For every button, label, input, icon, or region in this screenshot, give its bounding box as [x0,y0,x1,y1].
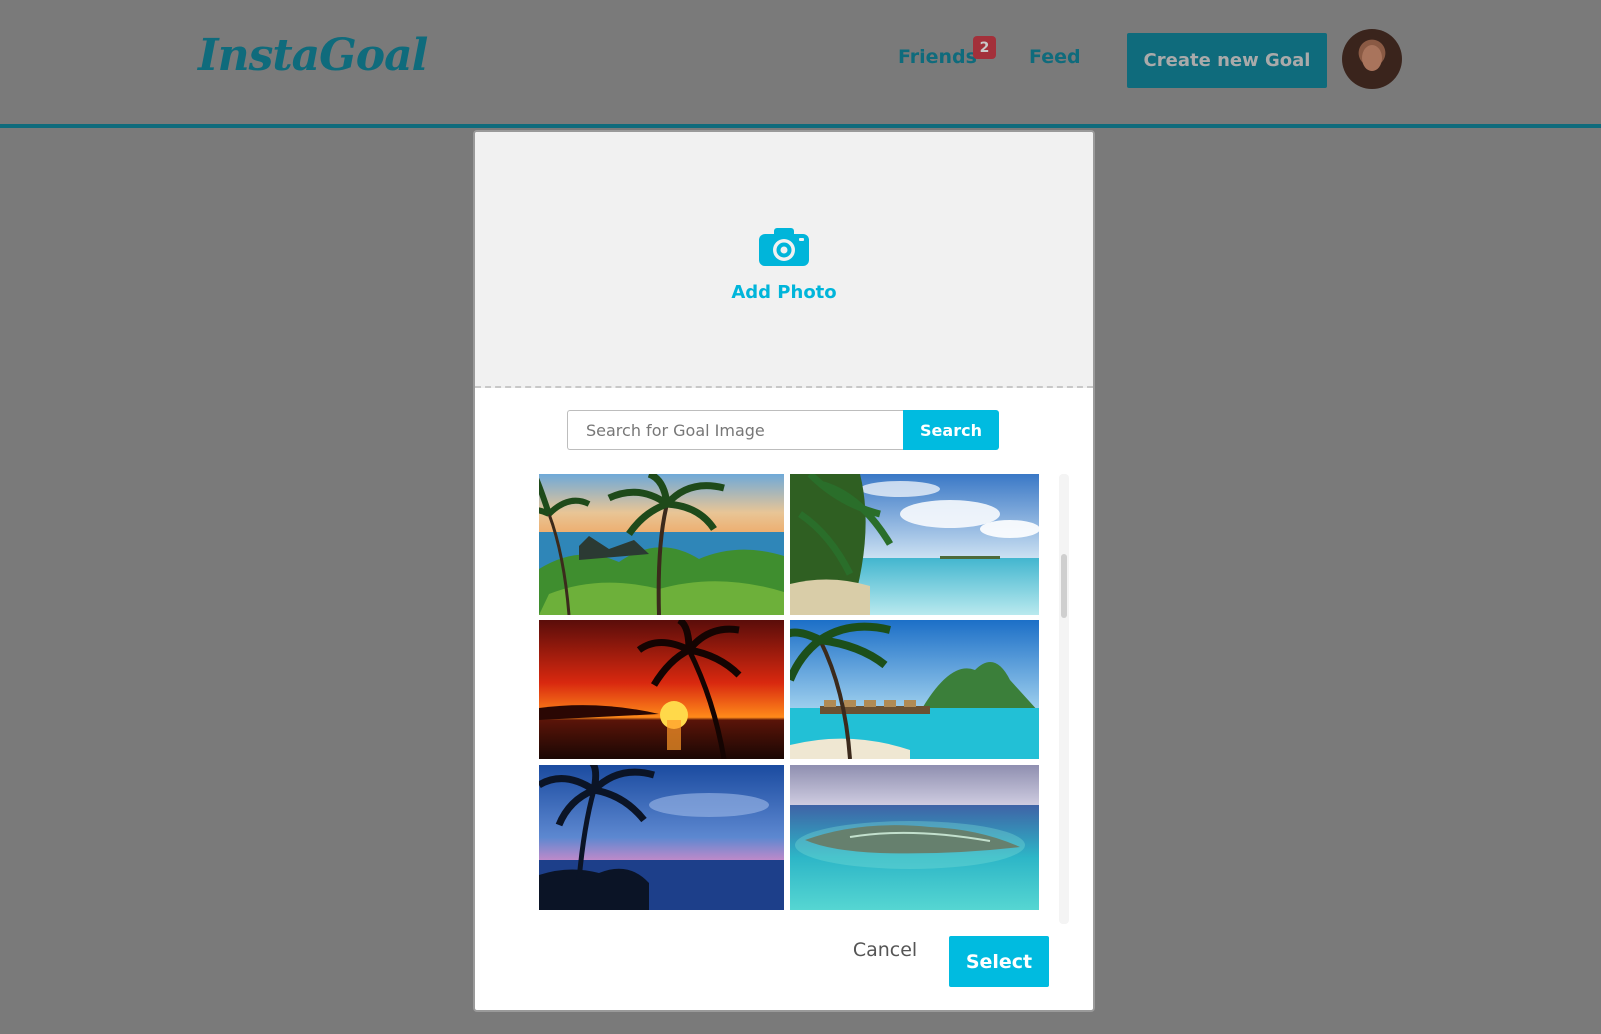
image-result[interactable] [790,474,1039,615]
add-photo-dropzone[interactable]: Add Photo [475,132,1093,388]
image-search-input[interactable] [567,410,903,450]
gallery-scrollbar-thumb[interactable] [1061,554,1067,618]
app-logo[interactable]: InstaGoal [198,30,428,81]
goal-image-modal: Add Photo Search for Goal Image Search C… [473,130,1095,1012]
nav-feed-link[interactable]: Feed [1029,46,1081,68]
image-search-bar: Search [567,410,999,450]
user-avatar[interactable] [1342,29,1402,89]
image-result[interactable] [790,620,1039,759]
image-result[interactable] [790,765,1039,910]
search-button[interactable]: Search [903,410,999,450]
image-result[interactable] [539,620,784,759]
image-result[interactable] [539,765,784,910]
image-results-grid [539,474,1071,928]
gallery-scrollbar[interactable] [1059,474,1069,924]
nav-friends-link[interactable]: Friends [898,46,977,68]
image-result[interactable] [539,474,784,615]
friends-notification-badge: 2 [973,36,996,59]
cancel-button[interactable]: Cancel [845,934,925,966]
add-photo-label: Add Photo [731,282,837,303]
select-button[interactable]: Select [949,936,1049,987]
top-navigation-bar: InstaGoal Friends 2 Feed Create new Goal [0,0,1601,128]
camera-icon [759,228,809,266]
create-new-goal-button[interactable]: Create new Goal [1127,33,1327,88]
